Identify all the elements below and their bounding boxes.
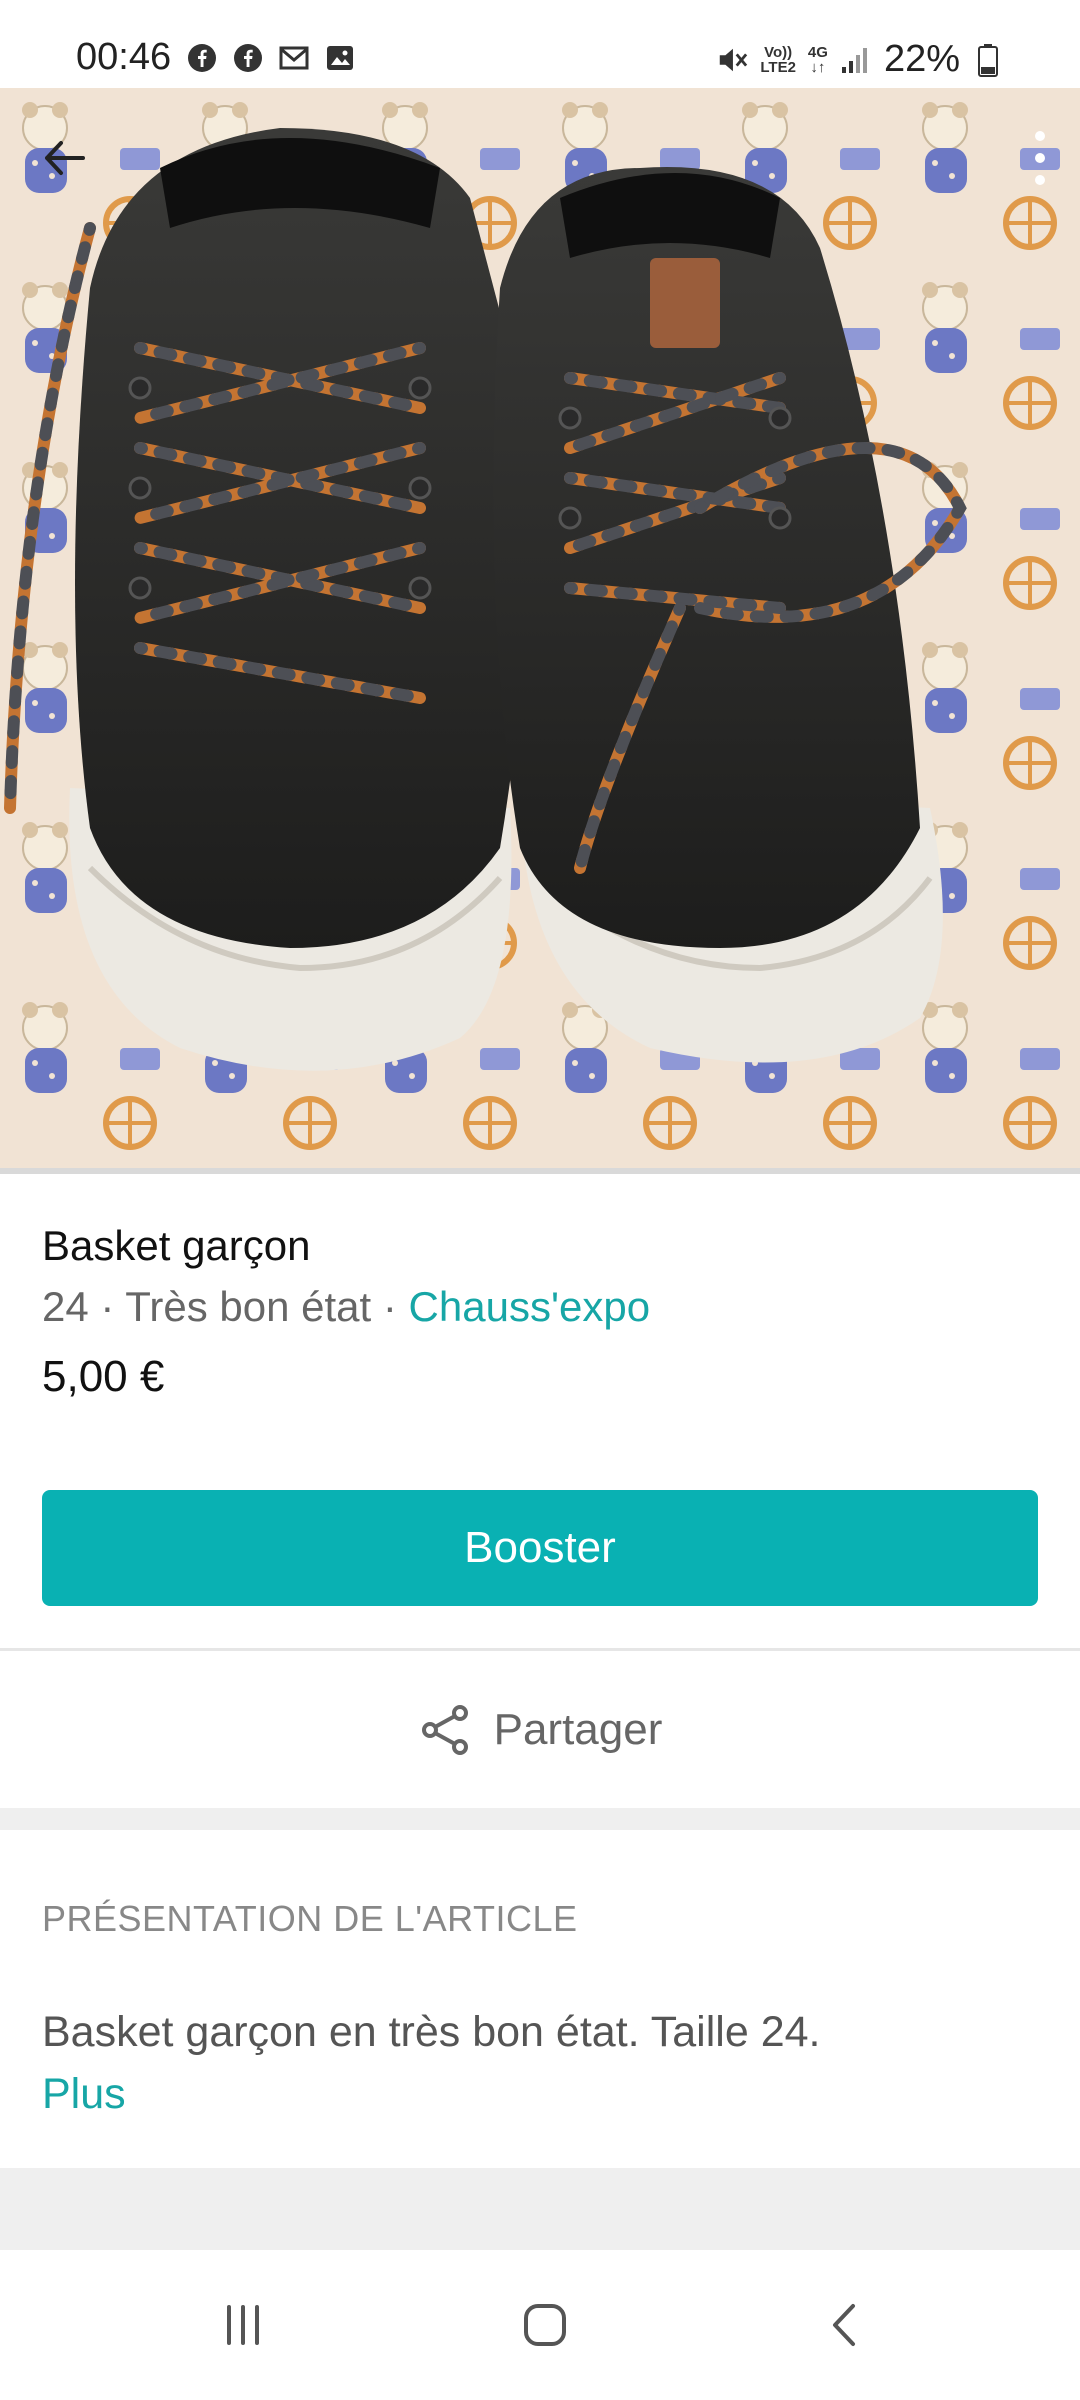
product-photo[interactable] [0, 88, 1080, 1168]
share-label: Partager [493, 1704, 663, 1754]
system-nav-bar [0, 2250, 1080, 2400]
home-button[interactable] [500, 2280, 590, 2370]
status-bar: 00:46 Vo)) LTE2 4G ↓↑ 22% [0, 0, 1080, 88]
gallery-icon [324, 42, 356, 74]
item-condition: Très bon état [125, 1283, 372, 1330]
status-time: 00:46 [76, 36, 172, 78]
notification-icons [186, 42, 356, 74]
share-icon [421, 1704, 468, 1755]
nav-back-button[interactable] [800, 2280, 890, 2370]
volte-indicator: Vo)) LTE2 [760, 43, 796, 76]
section-separator [0, 1808, 1080, 1830]
shoes-image [0, 88, 1080, 1168]
home-icon [524, 2304, 566, 2346]
photo-divider [0, 1168, 1080, 1174]
more-vertical-icon [1035, 131, 1045, 185]
arrow-left-icon [45, 141, 85, 175]
item-price: 5,00 € [42, 1352, 165, 1401]
description-header: PRÉSENTATION DE L'ARTICLE [42, 1898, 578, 1939]
network-type: 4G ↓↑ [807, 43, 828, 76]
item-size: 24 [42, 1283, 89, 1330]
recent-apps-button[interactable] [198, 2280, 288, 2370]
battery-level: 22% [883, 38, 960, 80]
section-separator [0, 2168, 1080, 2250]
facebook-icon [232, 42, 264, 74]
back-button[interactable] [34, 128, 94, 188]
chevron-left-icon [833, 2304, 855, 2346]
signal-icon [840, 44, 872, 76]
mute-icon [716, 44, 748, 76]
more-link[interactable]: Plus [42, 2070, 126, 2119]
share-button[interactable]: Partager [0, 1651, 1080, 1808]
recent-apps-icon [227, 2305, 259, 2345]
brand-link[interactable]: Chauss'expo [409, 1283, 651, 1330]
more-options-button[interactable] [1020, 128, 1060, 188]
booster-button[interactable]: Booster [42, 1490, 1038, 1606]
facebook-icon [186, 42, 218, 74]
system-status: Vo)) LTE2 4G ↓↑ 22% [716, 38, 1004, 81]
item-meta: 24 · Très bon état · Chauss'expo [42, 1283, 651, 1330]
item-title: Basket garçon [42, 1222, 311, 1269]
description-text: Basket garçon en très bon état. Taille 2… [42, 2008, 821, 2056]
gmail-icon [278, 42, 310, 74]
battery-icon [972, 43, 1004, 77]
